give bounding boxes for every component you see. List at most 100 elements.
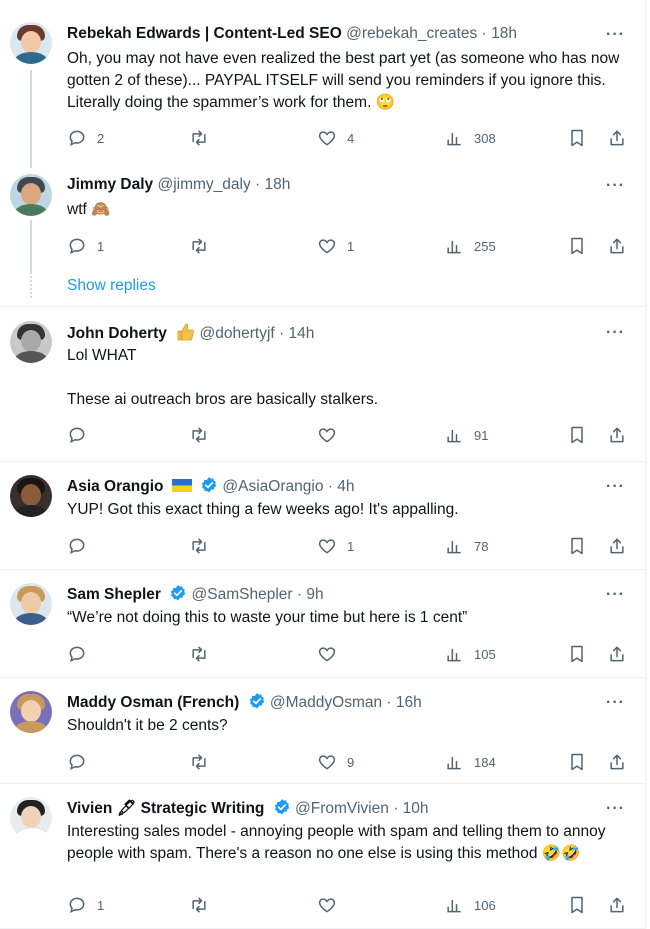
like-button[interactable]: [317, 642, 347, 666]
retweet-button[interactable]: [189, 234, 219, 258]
reply-button[interactable]: 1: [67, 234, 104, 258]
share-button[interactable]: [607, 234, 627, 258]
like-button[interactable]: 9: [317, 750, 354, 774]
author-name[interactable]: Sam Shepler: [67, 586, 161, 603]
bookmark-button[interactable]: [567, 750, 587, 774]
retweet-icon: [192, 130, 206, 146]
separator-dot: ·: [386, 694, 392, 711]
tweet-text: Interesting sales model - annoying peopl…: [67, 823, 610, 862]
reply-button[interactable]: 1: [67, 893, 104, 917]
tweet-john[interactable]: John Doherty @dohertyjf · 14h ··· Lol WH…: [0, 307, 645, 462]
retweet-button[interactable]: [189, 423, 219, 447]
views-chart-icon: [447, 241, 461, 254]
author-name[interactable]: Vivien 🖋 Strategic Writing: [67, 800, 264, 817]
bookmark-button[interactable]: [567, 423, 587, 447]
avatar[interactable]: [10, 691, 52, 733]
reply-button[interactable]: 2: [67, 126, 104, 150]
views-button[interactable]: 184: [444, 750, 496, 774]
reply-button[interactable]: [67, 750, 97, 774]
like-button[interactable]: [317, 893, 347, 917]
tweet-header: Rebekah Edwards | Content-Led SEO @rebek…: [67, 24, 517, 44]
author-handle[interactable]: @AsiaOrangio: [222, 478, 323, 495]
more-options-icon[interactable]: ···: [606, 478, 625, 496]
more-options-icon[interactable]: ···: [606, 694, 625, 712]
bookmark-button[interactable]: [567, 642, 587, 666]
views-button[interactable]: 78: [444, 534, 488, 558]
more-options-icon[interactable]: ···: [606, 26, 625, 44]
author-handle[interactable]: @MaddyOsman: [270, 694, 382, 711]
views-button[interactable]: 255: [444, 234, 496, 258]
retweet-button[interactable]: [189, 126, 219, 150]
show-replies-link[interactable]: Show replies: [67, 277, 156, 295]
avatar[interactable]: [10, 174, 52, 216]
author-handle[interactable]: @rebekah_creates: [346, 25, 477, 42]
timestamp[interactable]: 16h: [396, 694, 422, 711]
author-name[interactable]: Maddy Osman (French): [67, 694, 239, 711]
bookmark-button[interactable]: [567, 126, 587, 150]
author-handle[interactable]: @SamShepler: [192, 586, 293, 603]
reply-button[interactable]: [67, 642, 97, 666]
bookmark-button[interactable]: [567, 893, 587, 917]
timestamp[interactable]: 9h: [306, 586, 323, 603]
tweet-actions: 1 78: [67, 534, 637, 558]
avatar[interactable]: [10, 475, 52, 517]
avatar[interactable]: [10, 797, 52, 839]
author-name[interactable]: Rebekah Edwards | Content-Led SEO: [67, 25, 342, 42]
views-chart-icon: [447, 541, 461, 554]
views-button[interactable]: 308: [444, 126, 496, 150]
author-handle[interactable]: @jimmy_daly: [157, 176, 250, 193]
author-name[interactable]: Asia Orangio: [67, 478, 163, 495]
share-button[interactable]: [607, 893, 627, 917]
retweet-button[interactable]: [189, 534, 219, 558]
tweet-maddy[interactable]: Maddy Osman (French) @MaddyOsman · 16h ·…: [0, 678, 645, 784]
share-button[interactable]: [607, 423, 627, 447]
more-options-icon[interactable]: ···: [606, 324, 625, 342]
separator-dot: ·: [279, 325, 285, 342]
avatar[interactable]: [10, 22, 52, 64]
heart-icon: [318, 239, 336, 254]
like-button[interactable]: 1: [317, 534, 354, 558]
share-button[interactable]: [607, 126, 627, 150]
tweet-vivien[interactable]: Vivien 🖋 Strategic Writing @FromVivien ·…: [0, 784, 645, 929]
retweet-icon: [192, 427, 206, 443]
timestamp[interactable]: 10h: [403, 800, 429, 817]
views-button[interactable]: 106: [444, 893, 496, 917]
author-name[interactable]: Jimmy Daly: [67, 176, 153, 193]
avatar[interactable]: [10, 321, 52, 363]
like-button[interactable]: 1: [317, 234, 354, 258]
views-button[interactable]: 105: [444, 642, 496, 666]
share-button[interactable]: [607, 534, 627, 558]
timestamp[interactable]: 4h: [337, 478, 354, 495]
bookmark-button[interactable]: [567, 534, 587, 558]
like-button[interactable]: [317, 423, 347, 447]
retweet-button[interactable]: [189, 642, 219, 666]
tweet-jimmy[interactable]: Jimmy Daly @jimmy_daly · 18h ··· wtf 🙈 1…: [0, 164, 645, 306]
retweet-button[interactable]: [189, 893, 219, 917]
share-icon: [610, 754, 624, 770]
author-handle[interactable]: @FromVivien: [295, 800, 389, 817]
tweet-sam[interactable]: Sam Shepler @SamShepler · 9h ··· “We’re …: [0, 570, 645, 678]
timestamp[interactable]: 18h: [491, 25, 517, 42]
tweet-text: YUP! Got this exact thing a few weeks ag…: [67, 501, 459, 518]
author-handle[interactable]: @dohertyjf: [200, 325, 275, 342]
retweet-button[interactable]: [189, 750, 219, 774]
reply-button[interactable]: [67, 423, 97, 447]
tweet-rebekah[interactable]: Rebekah Edwards | Content-Led SEO @rebek…: [0, 0, 645, 168]
share-button[interactable]: [607, 642, 627, 666]
reply-button[interactable]: [67, 534, 97, 558]
timestamp[interactable]: 18h: [265, 176, 291, 193]
bookmark-button[interactable]: [567, 234, 587, 258]
tweet-header: Maddy Osman (French) @MaddyOsman · 16h: [67, 692, 422, 713]
more-options-icon[interactable]: ···: [606, 586, 625, 604]
tweet-asia[interactable]: Asia Orangio @AsiaOrangio · 4h ··· YUP! …: [0, 462, 645, 570]
views-button[interactable]: 91: [444, 423, 488, 447]
avatar[interactable]: [10, 583, 52, 625]
more-options-icon[interactable]: ···: [606, 177, 625, 195]
bookmark-icon: [571, 537, 583, 555]
share-icon: [610, 130, 624, 146]
share-button[interactable]: [607, 750, 627, 774]
more-options-icon[interactable]: ···: [606, 800, 625, 818]
like-button[interactable]: 4: [317, 126, 354, 150]
author-name[interactable]: John Doherty: [67, 325, 167, 342]
timestamp[interactable]: 14h: [289, 325, 315, 342]
